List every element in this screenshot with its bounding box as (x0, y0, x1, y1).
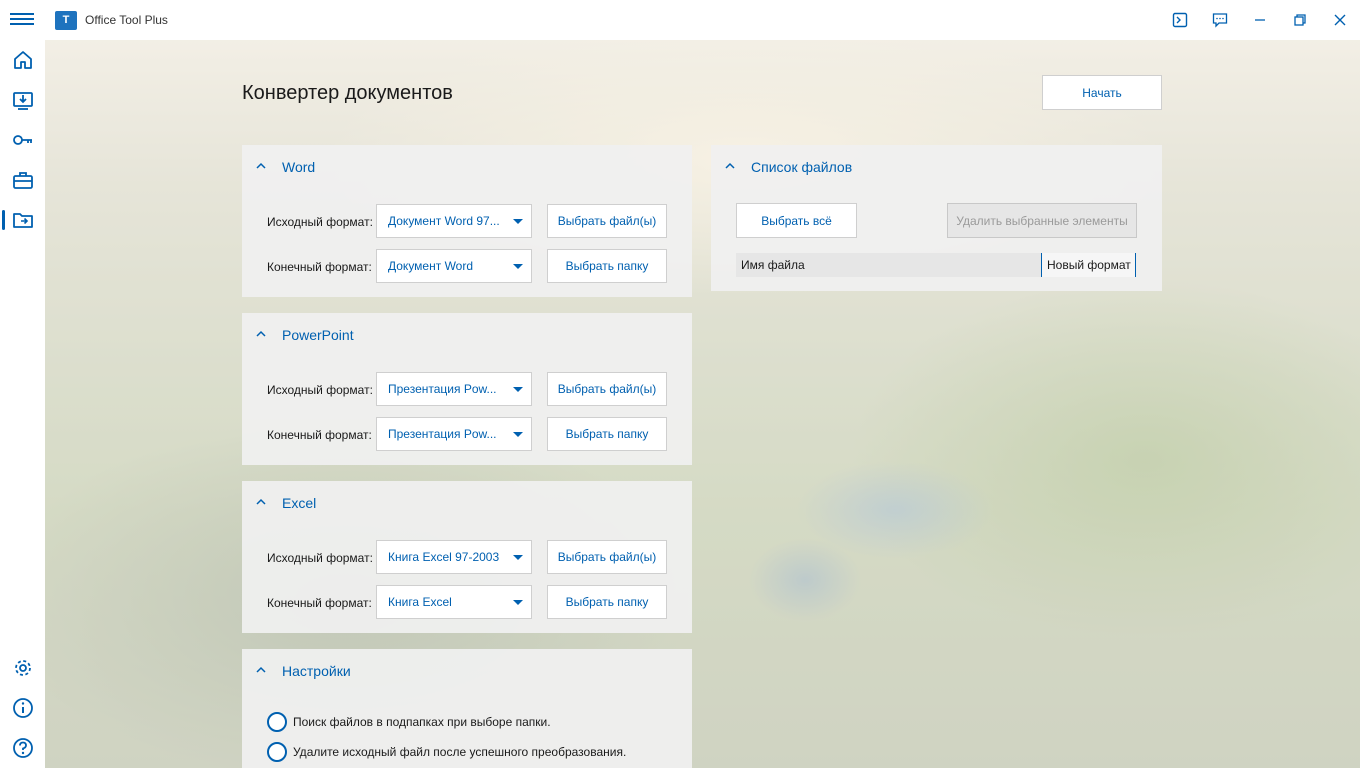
powerpoint-target-label: Конечный формат: (267, 428, 372, 442)
radio-button[interactable] (267, 712, 287, 732)
settings-panel-title: Настройки (282, 663, 351, 679)
option-label: Удалите исходный файл после успешного пр… (293, 745, 627, 759)
page-title: Конвертер документов (242, 82, 453, 104)
excel-panel-header[interactable]: Excel (242, 481, 692, 525)
powerpoint-panel-header[interactable]: PowerPoint (242, 313, 692, 357)
powerpoint-source-format-select[interactable]: Презентация Pow... (376, 372, 532, 406)
excel-target-label: Конечный формат: (267, 596, 372, 610)
toolbox-icon[interactable] (0, 160, 45, 200)
settings-gear-icon[interactable] (0, 648, 45, 688)
settings-panel-header[interactable]: Настройки (242, 649, 692, 693)
chevron-up-icon (256, 666, 266, 673)
dropdown-caret-icon (513, 219, 523, 224)
chevron-up-icon (256, 162, 266, 169)
chevron-up-icon (256, 498, 266, 505)
excel-panel-title: Excel (282, 495, 317, 511)
restore-icon[interactable] (1280, 0, 1320, 40)
dropdown-caret-icon (513, 600, 523, 605)
option-search-subfolders[interactable]: Поиск файлов в подпапках при выборе папк… (267, 712, 551, 732)
file-table-header: Имя файла Новый формат (736, 253, 1136, 277)
excel-target-format-select[interactable]: Книга Excel (376, 585, 532, 619)
dropdown-caret-icon (513, 432, 523, 437)
chevron-up-icon (256, 330, 266, 337)
info-icon[interactable] (0, 688, 45, 728)
word-source-label: Исходный формат: (267, 215, 373, 229)
file-list-panel: Список файлов Выбрать всё Удалить выбран… (711, 145, 1162, 291)
start-button[interactable]: Начать (1042, 75, 1162, 110)
excel-select-folder-button[interactable]: Выбрать папку (547, 585, 667, 619)
document-converter-icon[interactable] (0, 200, 45, 240)
file-list-panel-header[interactable]: Список файлов (711, 145, 1162, 189)
powerpoint-panel-title: PowerPoint (282, 327, 354, 343)
radio-button[interactable] (267, 742, 287, 762)
settings-panel: Настройки Поиск файлов в подпапках при в… (242, 649, 692, 768)
powerpoint-panel: PowerPoint Исходный формат: Презентация … (242, 313, 692, 465)
dropdown-caret-icon (513, 264, 523, 269)
file-list-panel-title: Список файлов (751, 159, 853, 175)
excel-panel: Excel Исходный формат: Книга Excel 97-20… (242, 481, 692, 633)
word-select-folder-button[interactable]: Выбрать папку (547, 249, 667, 283)
terminal-icon[interactable] (1160, 0, 1200, 40)
word-target-format-select[interactable]: Документ Word (376, 249, 532, 283)
excel-source-label: Исходный формат: (267, 551, 373, 565)
word-panel: Word Исходный формат: Документ Word 97..… (242, 145, 692, 297)
app-logo-icon: T (55, 11, 77, 30)
option-delete-source-file[interactable]: Удалите исходный файл после успешного пр… (267, 742, 626, 762)
word-panel-header[interactable]: Word (242, 145, 692, 189)
column-header-file-name[interactable]: Имя файла (736, 253, 1042, 277)
home-icon[interactable] (0, 40, 45, 80)
help-icon[interactable] (0, 728, 45, 768)
close-icon[interactable] (1320, 0, 1360, 40)
sidebar (0, 40, 45, 768)
dropdown-caret-icon (513, 555, 523, 560)
deploy-icon[interactable] (0, 80, 45, 120)
column-header-new-format[interactable]: Новый формат (1042, 253, 1136, 277)
app-title: Office Tool Plus (85, 13, 168, 27)
dropdown-caret-icon (513, 387, 523, 392)
hamburger-menu-icon[interactable] (10, 10, 34, 30)
chevron-up-icon (725, 162, 735, 169)
powerpoint-source-label: Исходный формат: (267, 383, 373, 397)
delete-selected-button[interactable]: Удалить выбранные элементы (947, 203, 1137, 238)
word-select-files-button[interactable]: Выбрать файл(ы) (547, 204, 667, 238)
powerpoint-select-folder-button[interactable]: Выбрать папку (547, 417, 667, 451)
excel-select-files-button[interactable]: Выбрать файл(ы) (547, 540, 667, 574)
word-target-label: Конечный формат: (267, 260, 372, 274)
word-source-format-select[interactable]: Документ Word 97... (376, 204, 532, 238)
excel-source-format-select[interactable]: Книга Excel 97-2003 (376, 540, 532, 574)
option-label: Поиск файлов в подпапках при выборе папк… (293, 715, 551, 729)
minimize-icon[interactable] (1240, 0, 1280, 40)
select-all-button[interactable]: Выбрать всё (736, 203, 857, 238)
title-bar: T Office Tool Plus (0, 0, 1360, 40)
word-panel-title: Word (282, 159, 316, 175)
powerpoint-select-files-button[interactable]: Выбрать файл(ы) (547, 372, 667, 406)
activation-key-icon[interactable] (0, 120, 45, 160)
powerpoint-target-format-select[interactable]: Презентация Pow... (376, 417, 532, 451)
feedback-icon[interactable] (1200, 0, 1240, 40)
